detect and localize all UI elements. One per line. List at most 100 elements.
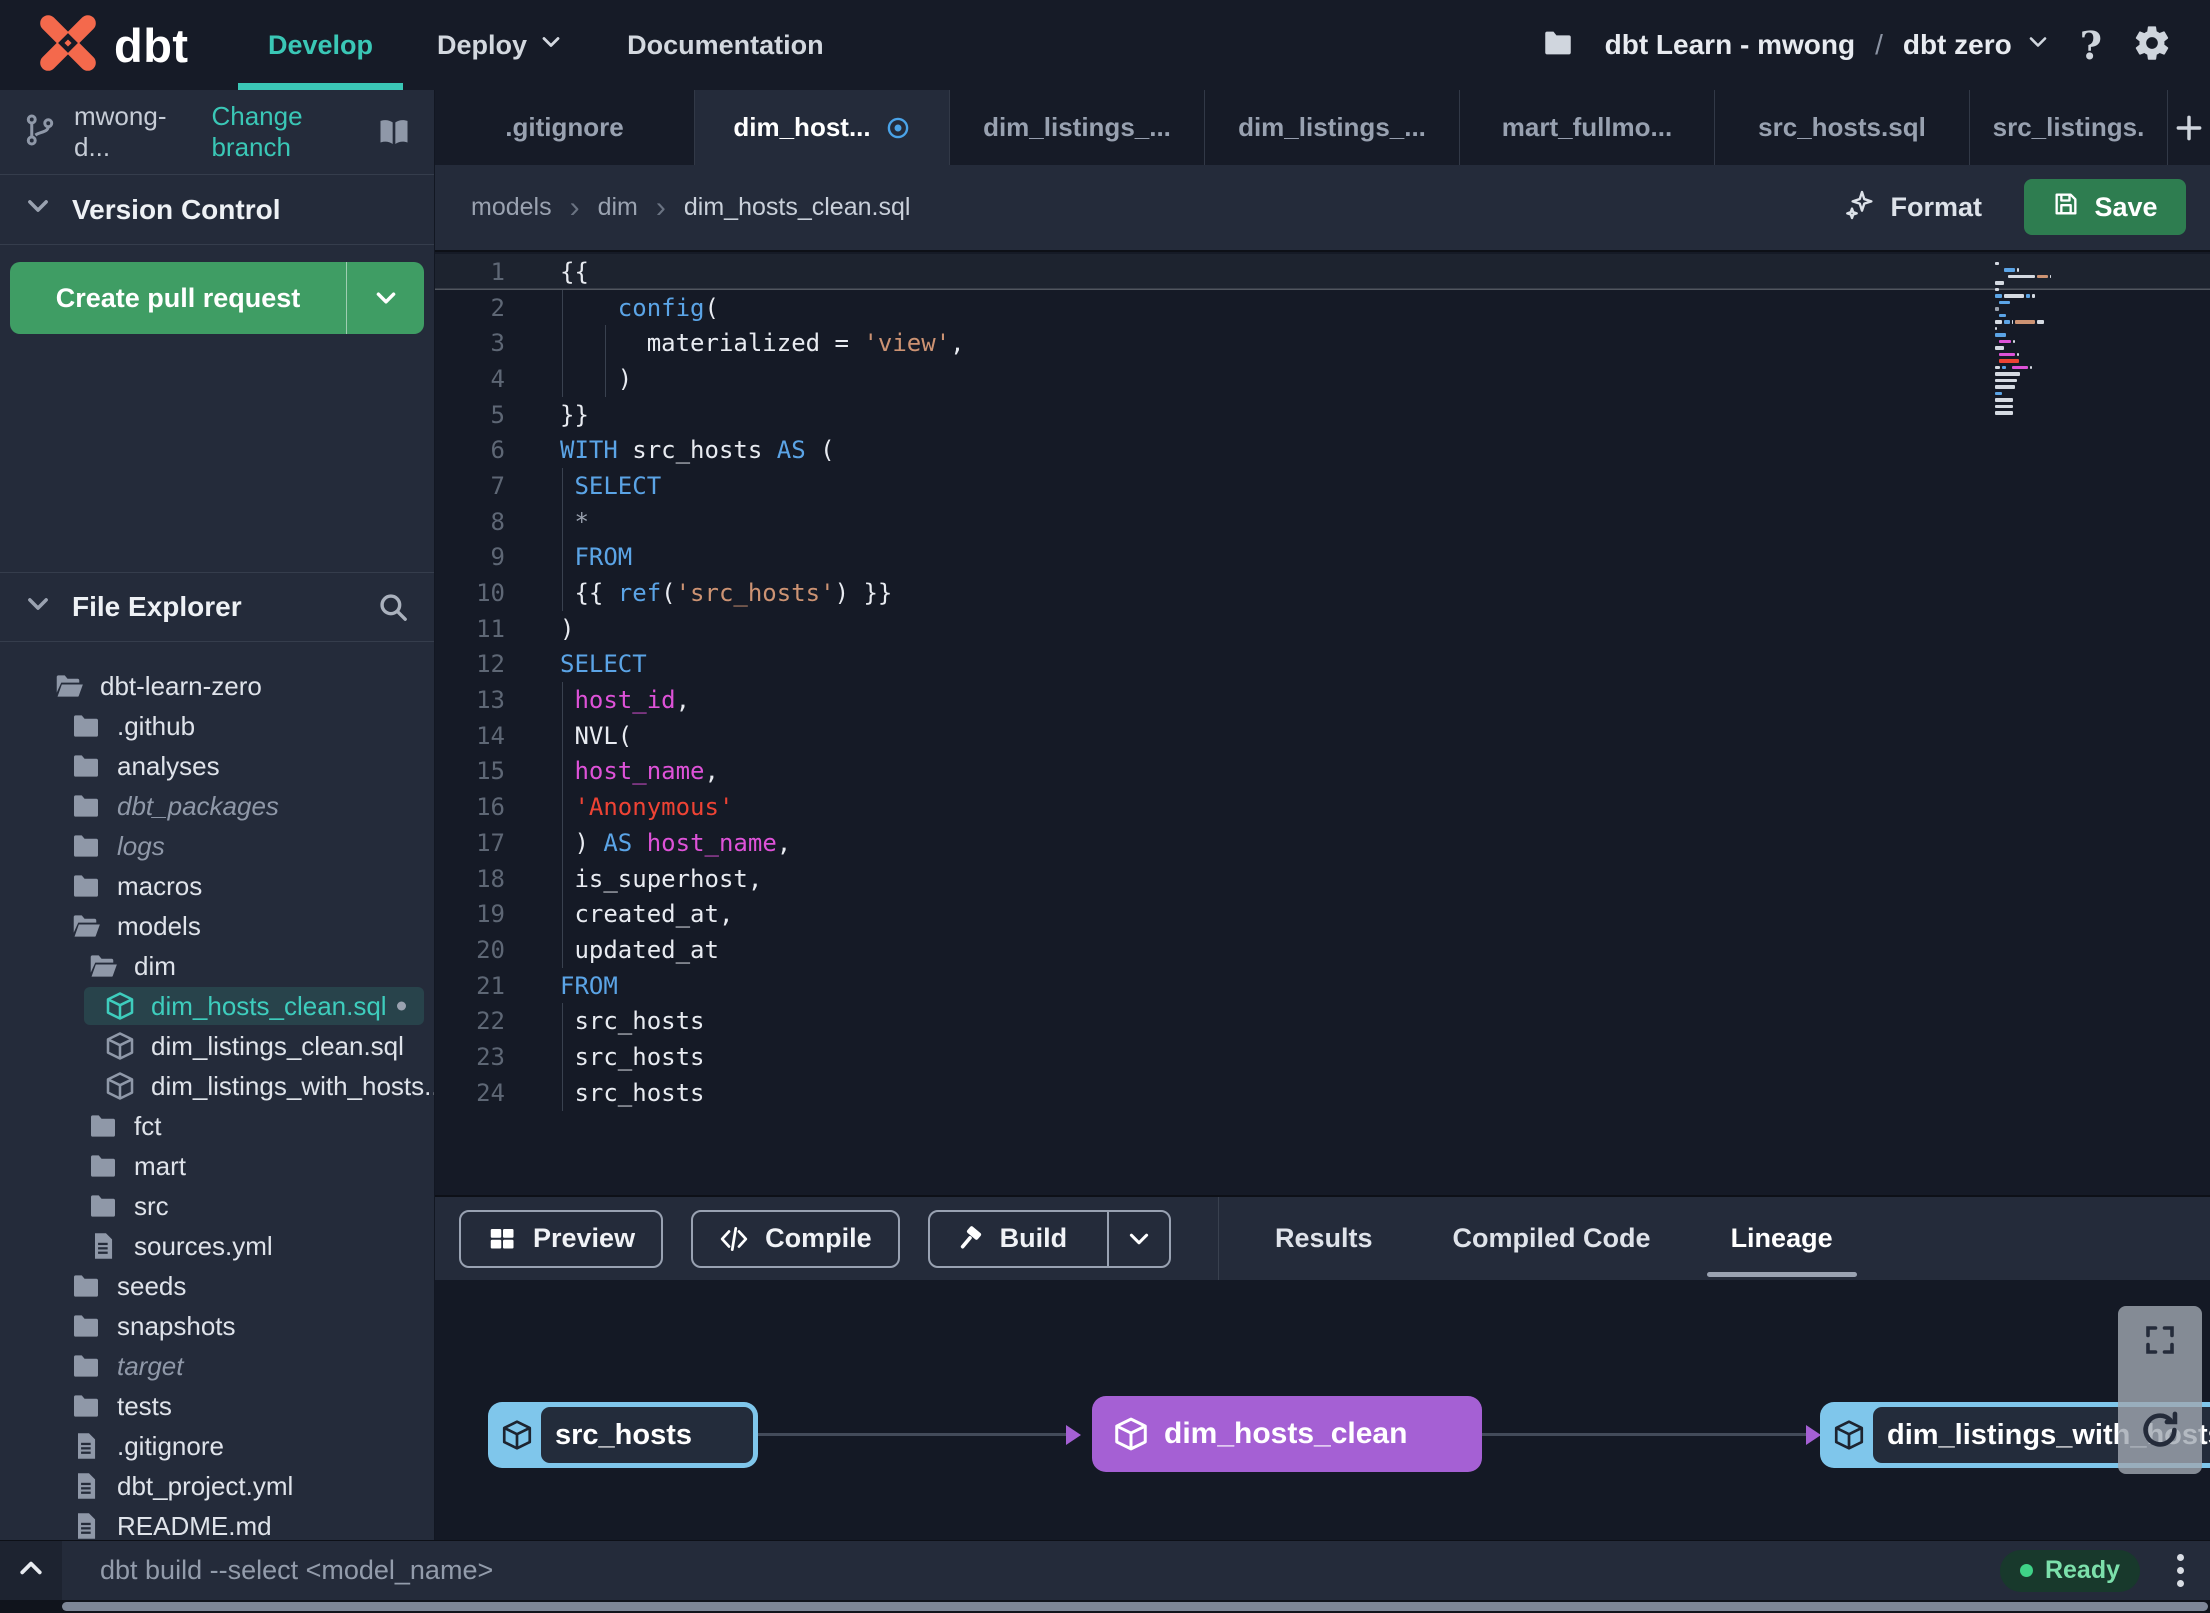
tree-item-logs[interactable]: logs: [0, 826, 434, 866]
tree-item-dim-listings-clean-sql[interactable]: dim_listings_clean.sql: [0, 1026, 434, 1066]
tree-item-seeds[interactable]: seeds: [0, 1266, 434, 1306]
line-number: 17: [476, 828, 505, 857]
build-main[interactable]: Build: [930, 1212, 1092, 1266]
tree-item-dbt-project-yml[interactable]: dbt_project.yml: [0, 1466, 434, 1506]
version-control-title: Version Control: [72, 193, 281, 225]
minimap-mark: [2013, 339, 2016, 344]
scrollbar-thumb[interactable]: [62, 1602, 2208, 1611]
lineage-edge: [758, 1433, 1066, 1436]
tree-item-dbt-learn-zero[interactable]: dbt-learn-zero: [0, 666, 434, 706]
nav-item-deploy[interactable]: Deploy: [405, 0, 595, 90]
nav-item-develop[interactable]: Develop: [236, 0, 405, 90]
nav-item-documentation[interactable]: Documentation: [595, 0, 856, 90]
new-tab-button[interactable]: [2168, 90, 2210, 165]
search-icon[interactable]: [376, 590, 410, 624]
code-text: is_superhost,: [560, 864, 763, 893]
create-pull-request-button[interactable]: Create pull request: [10, 262, 424, 334]
project-selector[interactable]: dbt Learn - mwong / dbt zero: [1605, 29, 2050, 61]
tree-item-fct[interactable]: fct: [0, 1106, 434, 1146]
code-line-21: 21 FROM: [435, 968, 2210, 1004]
account-name: dbt Learn - mwong: [1604, 29, 1856, 60]
save-button[interactable]: Save: [2024, 179, 2186, 235]
tree-item-readme-md[interactable]: README.md: [0, 1506, 434, 1540]
code-text: NVL(: [560, 721, 633, 750]
lineage-node-dim-hosts-clean[interactable]: dim_hosts_clean: [1092, 1396, 1482, 1472]
indent-guide: [605, 361, 607, 397]
code-text: host_id,: [574, 686, 691, 715]
tree-item-models[interactable]: models: [0, 906, 434, 946]
tab-dim-listings[interactable]: dim_listings_...: [1205, 90, 1460, 165]
save-floppy-icon: [2052, 190, 2080, 225]
lineage-canvas[interactable]: src_hosts dim_hosts_clean dim_listings_w…: [435, 1280, 2210, 1540]
editor-minimap[interactable]: [1995, 262, 2059, 418]
folder-icon: [69, 869, 103, 903]
tree-item-analyses[interactable]: analyses: [0, 746, 434, 786]
create-pr-dropdown-chevron[interactable]: [346, 262, 424, 334]
compile-button[interactable]: Compile: [691, 1209, 900, 1268]
tree-item-src[interactable]: src: [0, 1186, 434, 1226]
breadcrumb-separator-icon: ›: [655, 190, 666, 224]
code-line-6: 6 WITH src_hosts AS (: [435, 432, 2210, 468]
panel-tab-lineage[interactable]: Lineage: [1703, 1197, 1861, 1280]
minimap-mark: [2002, 365, 2006, 370]
indent-guide: [562, 289, 563, 326]
tree-item-dim[interactable]: dim: [0, 946, 434, 986]
tab-dim-listings[interactable]: dim_listings_...: [950, 90, 1205, 165]
tree-item-gitignore[interactable]: .gitignore: [0, 1426, 434, 1466]
file-tree: dbt-learn-zero .github analyses dbt_package…: [0, 666, 434, 1540]
nav-menu: Develop Deploy Documentation: [236, 0, 856, 90]
breadcrumb-row: models › dim › dim_hosts_clean.sql Format Sa…: [435, 165, 2210, 250]
line-number: 15: [476, 757, 505, 786]
compile-label: Compile: [765, 1223, 872, 1253]
model-cube-icon: [103, 1069, 137, 1103]
tree-item-snapshots[interactable]: snapshots: [0, 1306, 434, 1346]
tree-item-dim-listings-with-hosts[interactable]: dim_listings_with_hosts...: [0, 1066, 434, 1106]
format-button[interactable]: Format: [1844, 165, 1982, 250]
minimap-line: [1995, 333, 2059, 337]
panel-tab-compiled-code[interactable]: Compiled Code: [1425, 1197, 1679, 1280]
dbt-logo-text: dbt: [114, 18, 189, 72]
version-control-header[interactable]: Version Control: [0, 175, 434, 245]
dbt-logo[interactable]: dbt: [36, 12, 189, 78]
command-input[interactable]: dbt build --select <model_name>: [100, 1555, 493, 1586]
code-text: }}: [560, 400, 589, 429]
build-dropdown-chevron[interactable]: [1107, 1211, 1169, 1266]
tab-dim-host[interactable]: dim_host...: [695, 90, 950, 165]
breadcrumb-part[interactable]: models: [471, 193, 552, 222]
fullscreen-icon[interactable]: [2142, 1322, 2178, 1363]
folder-open-icon: [52, 669, 86, 703]
tab-src-listings[interactable]: src_listings.: [1970, 90, 2168, 165]
tree-item-macros[interactable]: macros: [0, 866, 434, 906]
file-explorer-header[interactable]: File Explorer: [0, 572, 434, 642]
tree-item-target[interactable]: target: [0, 1346, 434, 1386]
refresh-icon[interactable]: [2137, 1407, 2183, 1458]
tree-item-github[interactable]: .github: [0, 706, 434, 746]
kebab-menu-icon[interactable]: [2177, 1554, 2184, 1587]
tab-gitignore[interactable]: .gitignore: [435, 90, 695, 165]
docs-book-icon[interactable]: [376, 114, 412, 150]
code-editor[interactable]: 1{{2 config(3 materialized = 'view', 4 ) 5…: [435, 250, 2210, 1195]
tab-mart-fullmo[interactable]: mart_fullmo...: [1460, 90, 1715, 165]
build-button[interactable]: Build: [927, 1209, 1172, 1268]
breadcrumb-part[interactable]: dim_hosts_clean.sql: [684, 193, 911, 222]
minimap-mark: [2031, 294, 2036, 298]
tree-item-tests[interactable]: tests: [0, 1386, 434, 1426]
panel-tab-results[interactable]: Results: [1247, 1197, 1401, 1280]
tree-item-dim-hosts-clean-sql[interactable]: dim_hosts_clean.sql: [0, 986, 434, 1026]
lineage-node-src-hosts[interactable]: src_hosts: [488, 1402, 758, 1468]
code-line-20: 20 updated_at: [435, 932, 2210, 968]
tab-src-hosts-sql[interactable]: src_hosts.sql: [1715, 90, 1970, 165]
tree-item-dbt-packages[interactable]: dbt_packages: [0, 786, 434, 826]
breadcrumb-part[interactable]: dim: [598, 193, 638, 222]
minimap-mark: [1998, 313, 2006, 318]
tree-item-sources-yml[interactable]: sources.yml: [0, 1226, 434, 1266]
code-line-24: 24 src_hosts: [435, 1074, 2210, 1111]
tree-item-mart[interactable]: mart: [0, 1146, 434, 1186]
change-branch-link[interactable]: Change branch: [211, 101, 360, 163]
line-number: 8: [490, 507, 505, 536]
code-line-4: 4 ): [435, 361, 2210, 397]
preview-button[interactable]: Preview: [459, 1209, 664, 1268]
help-button[interactable]: ?: [2080, 23, 2102, 68]
collapse-bar-button[interactable]: [0, 1541, 62, 1600]
settings-gear-icon[interactable]: [2132, 23, 2172, 68]
